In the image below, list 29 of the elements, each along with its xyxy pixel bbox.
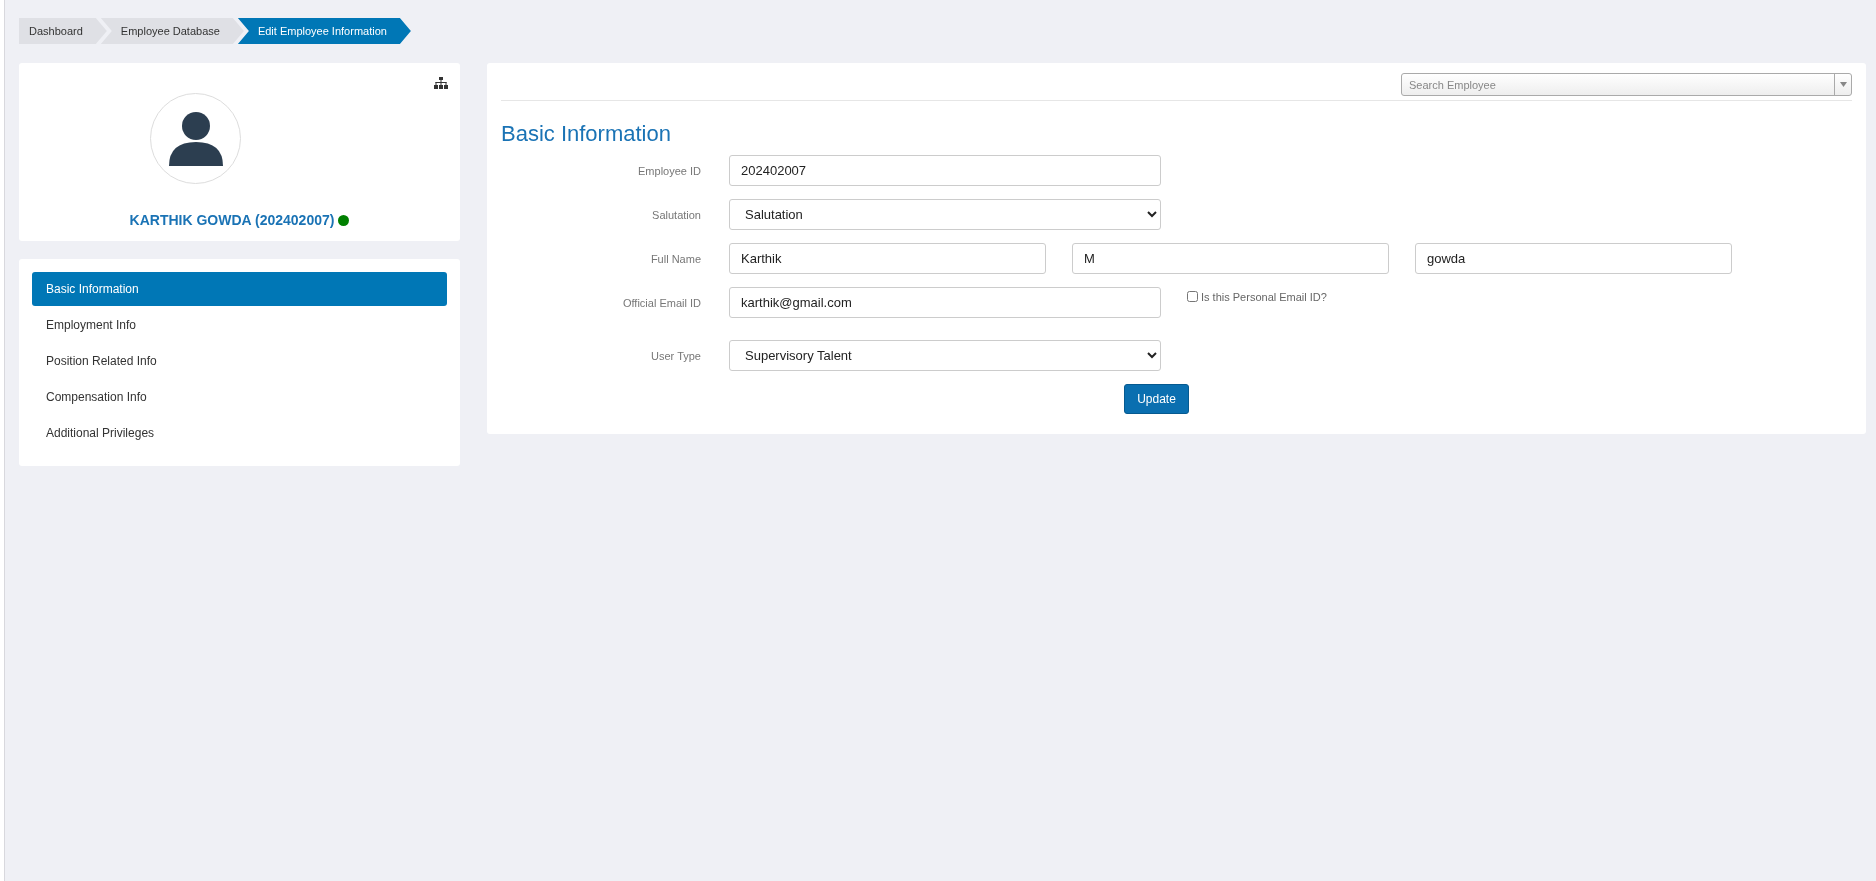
sidebar-item[interactable]: Compensation Info	[32, 380, 447, 414]
sidebar-item[interactable]: Basic Information	[32, 272, 447, 306]
org-chart-icon[interactable]	[434, 77, 448, 89]
field-label: User Type	[650, 349, 702, 362]
field-label: Salutation	[651, 208, 702, 221]
sidebar-item[interactable]: Position Related Info	[32, 344, 447, 378]
sidebar-item[interactable]: Additional Privileges	[32, 416, 447, 450]
input-field[interactable]: Karthik	[729, 243, 1046, 274]
checkbox[interactable]	[1187, 291, 1198, 302]
input-field[interactable]: M	[1072, 243, 1389, 274]
search-field[interactable]: Search Employee	[1401, 73, 1852, 96]
dropdown-arrow-icon	[1839, 82, 1847, 87]
sidebar-item[interactable]: Employment Info	[32, 308, 447, 342]
checkbox-label: Is this Personal Email ID?	[1201, 290, 1327, 303]
input-field[interactable]: 202402007	[729, 155, 1161, 186]
field-label: Official Email ID	[621, 296, 702, 309]
select-field[interactable]: Supervisory Talent	[729, 340, 1161, 371]
breadcrumb-item[interactable]: Edit Employee Information	[237, 18, 411, 44]
section-title: Basic Information	[501, 121, 672, 147]
input-field[interactable]: gowda	[1415, 243, 1732, 274]
field-label: Full Name	[649, 252, 702, 265]
field-label: Employee ID	[637, 164, 702, 177]
user-silhouette-icon	[168, 111, 223, 166]
breadcrumb-item[interactable]: Dashboard	[19, 18, 107, 44]
employee-name: KARTHIK GOWDA (202402007)	[129, 212, 335, 228]
update-button[interactable]: Update	[1124, 384, 1189, 414]
select-field[interactable]: Salutation	[729, 199, 1161, 230]
input-field[interactable]: karthik@gmail.com	[729, 287, 1161, 318]
breadcrumb-item[interactable]: Employee Database	[100, 18, 244, 44]
